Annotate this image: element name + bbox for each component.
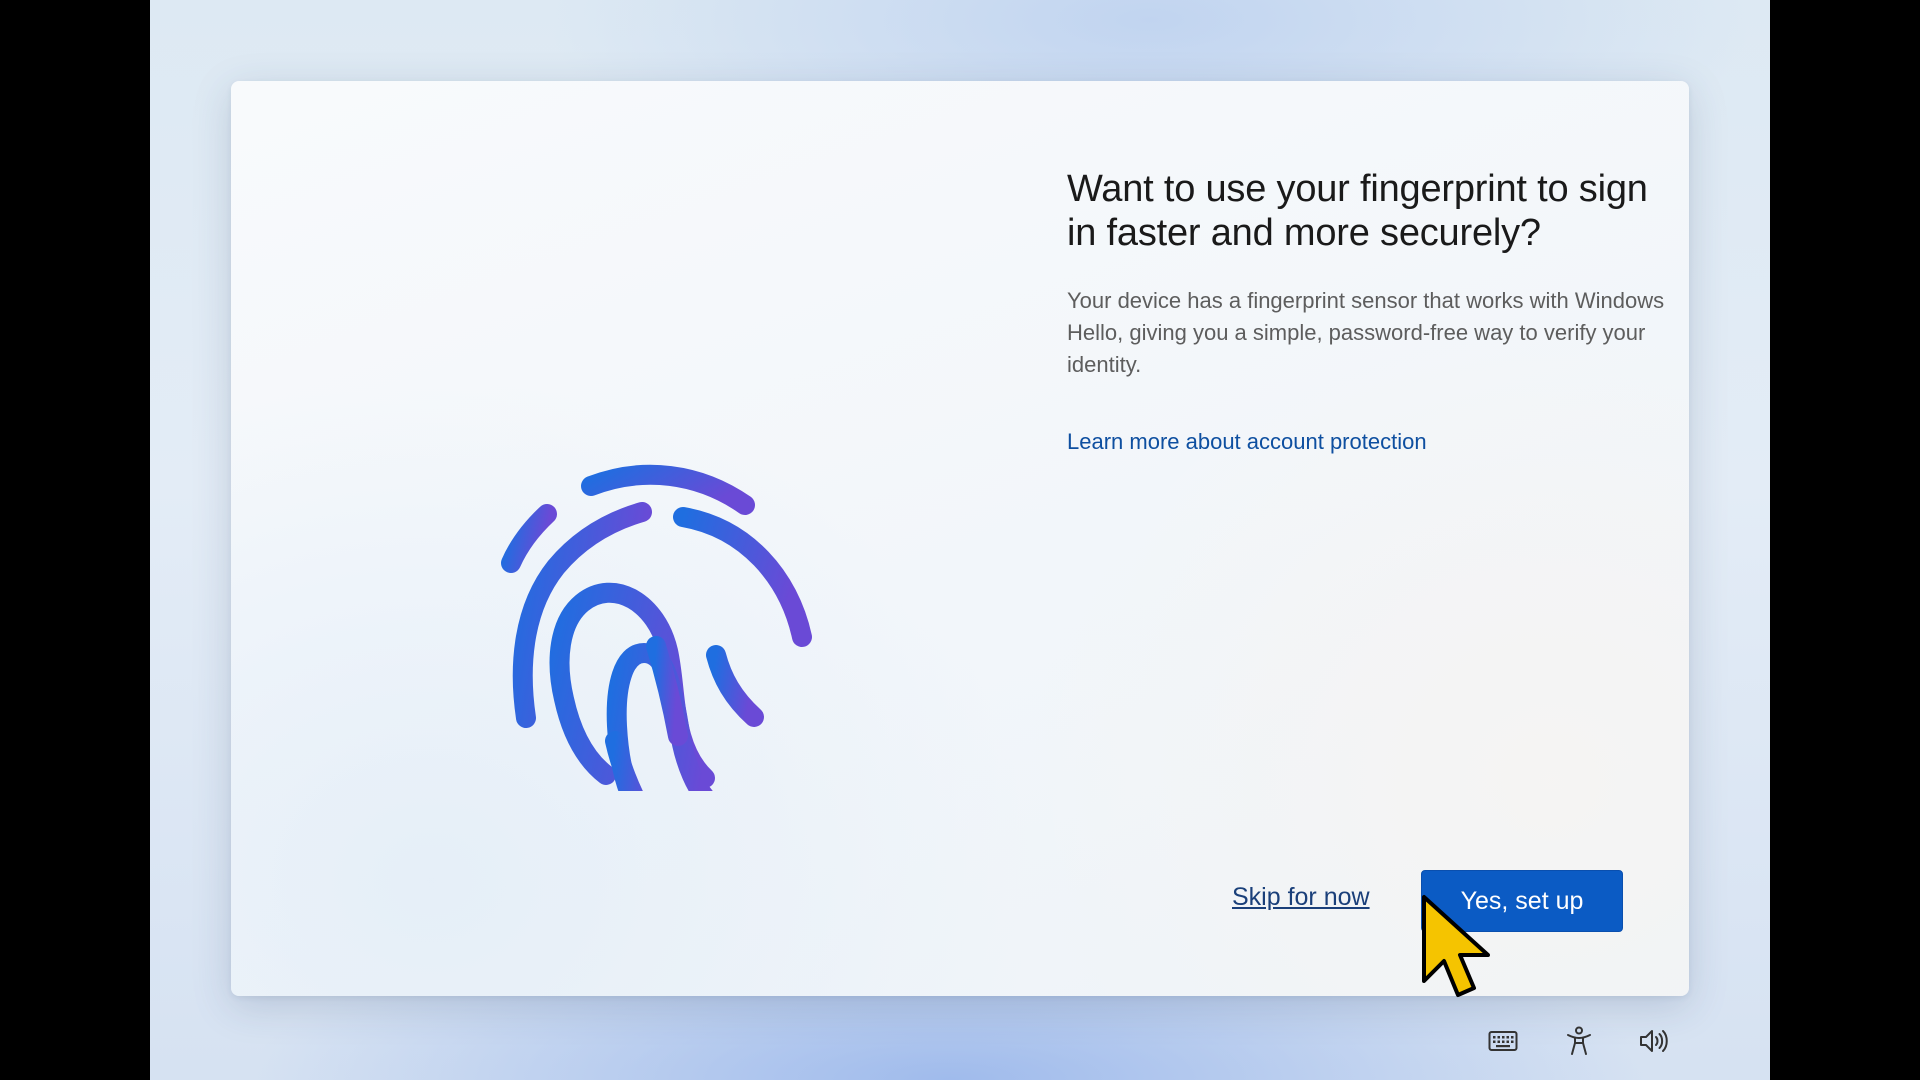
dialog-description: Your device has a fingerprint sensor tha… xyxy=(1067,288,1665,377)
accessibility-button[interactable] xyxy=(1562,1026,1596,1056)
setup-dialog: Want to use your fingerprint to sign in … xyxy=(231,81,1689,996)
learn-more-link[interactable]: Learn more about account protection xyxy=(1067,429,1427,455)
oobe-screen: Want to use your fingerprint to sign in … xyxy=(150,0,1770,1080)
dialog-title: Want to use your fingerprint to sign in … xyxy=(1067,168,1648,254)
fingerprint-icon xyxy=(501,464,812,898)
yes-set-up-button[interactable]: Yes, set up xyxy=(1421,870,1623,932)
fingerprint-illustration xyxy=(431,371,851,898)
keyboard-icon xyxy=(1488,1031,1518,1051)
dialog-content: Want to use your fingerprint to sign in … xyxy=(1067,167,1667,455)
keyboard-button[interactable] xyxy=(1486,1026,1520,1056)
volume-icon xyxy=(1640,1030,1668,1052)
skip-for-now-button[interactable]: Skip for now xyxy=(1232,881,1370,913)
accessibility-icon xyxy=(1567,1026,1591,1055)
volume-button[interactable] xyxy=(1637,1026,1671,1056)
